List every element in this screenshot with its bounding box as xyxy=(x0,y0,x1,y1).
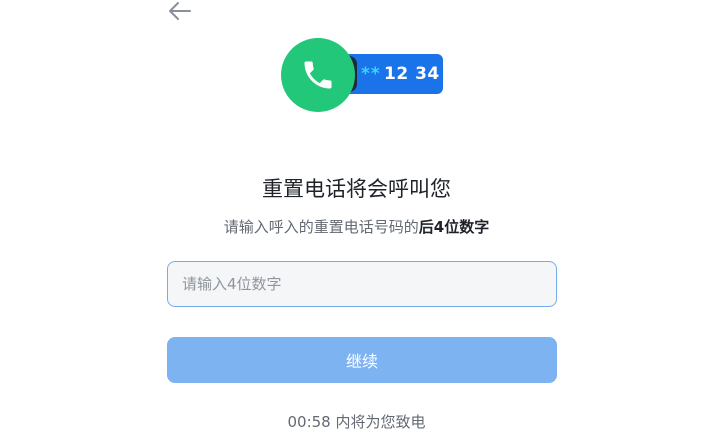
countdown-time: 00:58 xyxy=(287,413,331,431)
countdown-text: 00:58 内将为您致电 xyxy=(0,411,713,433)
masked-digits: ** xyxy=(361,64,381,84)
instruction-prefix: 请输入呼入的重置电话号码的 xyxy=(223,218,419,236)
call-illustration: ** 12 34 xyxy=(281,38,445,112)
arrow-left-icon xyxy=(169,2,191,20)
number-suffix: 12 34 xyxy=(384,64,440,84)
instruction-emphasis: 后4位数字 xyxy=(418,218,490,236)
phone-badge xyxy=(281,38,355,112)
countdown-message: 内将为您致电 xyxy=(335,413,426,431)
phone-icon xyxy=(304,61,332,89)
reset-call-page: ** 12 34 重置电话将会呼叫您 请输入呼入的重置电话号码的后4位数字 继续… xyxy=(0,0,713,433)
code-input[interactable] xyxy=(167,261,557,307)
instruction-text: 请输入呼入的重置电话号码的后4位数字 xyxy=(0,216,713,238)
page-title: 重置电话将会呼叫您 xyxy=(262,177,451,201)
continue-button[interactable]: 继续 xyxy=(167,337,557,383)
back-button[interactable] xyxy=(166,0,194,22)
